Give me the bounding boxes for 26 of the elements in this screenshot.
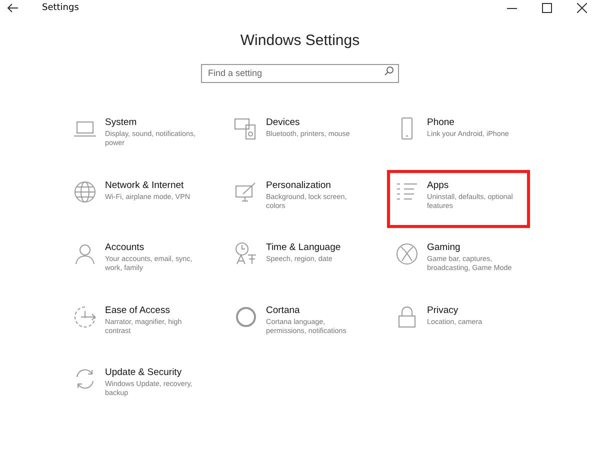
tile-title: Network & Internet (105, 180, 185, 190)
xbox-icon (395, 242, 419, 266)
tile-title: Gaming (427, 242, 462, 253)
clock-icon (234, 242, 258, 266)
tile-title: Privacy (427, 304, 460, 316)
tile-title: Accounts (105, 242, 146, 253)
back-icon[interactable] (7, 3, 19, 13)
tile-title: Ease of Access (105, 304, 171, 316)
tile-title: Update & Security (105, 367, 183, 378)
person-icon (73, 242, 97, 266)
search-field[interactable]: Find a setting (201, 64, 399, 82)
tile-title: Devices (266, 117, 301, 128)
search-icon (384, 66, 394, 76)
globe-icon (73, 180, 97, 204)
maximize-icon[interactable] (542, 3, 552, 13)
circle-icon (234, 304, 258, 328)
tile-title: Time & Language (266, 242, 341, 253)
tile-title: Personalization (266, 180, 332, 190)
tile-title: System (105, 117, 138, 128)
tile-title: Phone (427, 117, 456, 128)
tile-title: Apps (427, 180, 450, 190)
tile-title: Cortana (266, 304, 301, 316)
window-title: Settings (42, 3, 79, 13)
clock-arrow-icon (73, 304, 97, 328)
close-icon[interactable] (577, 3, 587, 13)
page-heading: Windows Settings (239, 32, 361, 49)
